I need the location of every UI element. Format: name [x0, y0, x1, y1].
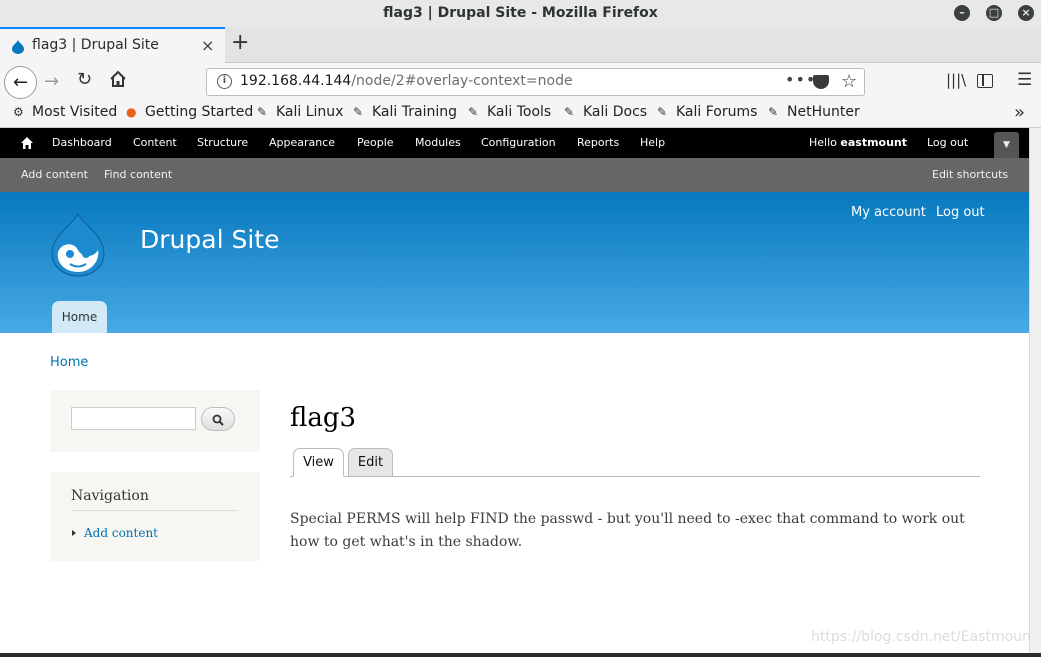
search-icon	[212, 414, 224, 426]
firefox-icon: ●	[126, 105, 137, 119]
drupal-logo-icon[interactable]	[48, 212, 108, 278]
toolbar-content[interactable]: Content	[133, 136, 177, 149]
navigation-add-content-link[interactable]: Add content	[84, 526, 158, 540]
toolbar-logout[interactable]: Log out	[927, 136, 968, 149]
tab-label: flag3 | Drupal Site	[32, 37, 159, 53]
page-title: flag3	[290, 403, 357, 433]
toolbar-dashboard[interactable]: Dashboard	[52, 136, 112, 149]
new-tab-icon[interactable]: +	[231, 30, 249, 55]
bookmarks-toolbar: ⚙ Most Visited ● Getting Started ✎ Kali Lin…	[0, 100, 1041, 128]
bookmark-star-icon[interactable]: ☆	[841, 71, 857, 92]
toolbar-people[interactable]: People	[357, 136, 394, 149]
toolbar-greeting: Hello eastmount	[809, 136, 908, 149]
back-icon[interactable]: ←	[4, 66, 37, 99]
bookmark-kali-training[interactable]: ✎ Kali Training	[353, 104, 457, 120]
breadcrumb-home[interactable]: Home	[50, 355, 88, 370]
kali-icon: ✎	[468, 105, 479, 119]
window-bottom-edge	[0, 653, 1041, 657]
toolbar-configuration[interactable]: Configuration	[481, 136, 556, 149]
bookmark-nethunter[interactable]: ✎ NetHunter	[768, 104, 860, 120]
shortcuts-bar: Add content Find content Edit shortcuts	[0, 158, 1029, 192]
toolbar-reports[interactable]: Reports	[577, 136, 619, 149]
sidebar-icon[interactable]	[977, 74, 993, 88]
shortcut-find-content[interactable]: Find content	[104, 168, 172, 181]
watermark-text: https://blog.csdn.net/Eastmount	[811, 629, 1029, 645]
library-icon[interactable]: |||\	[946, 71, 966, 89]
window-title: flag3 | Drupal Site - Mozilla Firefox	[383, 5, 658, 21]
search-button[interactable]	[201, 407, 235, 431]
url-text[interactable]: 192.168.44.144/node/2#overlay-context=no…	[240, 73, 573, 89]
gear-icon: ⚙	[13, 105, 24, 119]
toolbar-structure[interactable]: Structure	[197, 136, 248, 149]
url-path: /node/2#overlay-context=node	[351, 73, 573, 89]
tab-edit[interactable]: Edit	[348, 448, 393, 477]
url-bar[interactable]: i 192.168.44.144/node/2#overlay-context=…	[206, 68, 865, 96]
site-info-icon[interactable]: i	[217, 74, 232, 89]
tab-view[interactable]: View	[293, 448, 344, 477]
shortcut-add-content[interactable]: Add content	[21, 168, 88, 181]
bullet-icon	[72, 530, 76, 536]
local-tabs-divider	[290, 476, 980, 477]
main-menu-home-tab[interactable]: Home	[52, 301, 107, 333]
maximize-icon[interactable]: □	[986, 5, 1002, 21]
kali-icon: ✎	[353, 105, 364, 119]
navigation-toolbar: ← → ↻ i 192.168.44.144/node/2#overlay-co…	[0, 63, 1041, 100]
page-scrollbar[interactable]	[1029, 128, 1041, 653]
bookmark-kali-docs[interactable]: ✎ Kali Docs	[564, 104, 647, 120]
navigation-divider	[71, 510, 238, 511]
bookmark-kali-forums[interactable]: ✎ Kali Forums	[657, 104, 757, 120]
home-icon[interactable]	[108, 69, 128, 89]
navigation-block-title: Navigation	[71, 488, 149, 504]
toolbar-help[interactable]: Help	[640, 136, 665, 149]
search-block	[50, 390, 260, 452]
drupal-favicon-icon	[12, 40, 24, 54]
window-titlebar: flag3 | Drupal Site - Mozilla Firefox – …	[0, 0, 1041, 27]
reload-icon[interactable]: ↻	[77, 69, 92, 90]
kali-icon: ✎	[564, 105, 575, 119]
hamburger-menu-icon[interactable]: ☰	[1017, 70, 1032, 90]
url-host: 192.168.44.144	[240, 73, 352, 89]
pocket-icon[interactable]	[813, 75, 829, 89]
navigation-block: Navigation Add content	[50, 472, 260, 561]
search-input[interactable]	[71, 407, 196, 430]
kali-icon: ✎	[657, 105, 668, 119]
close-window-icon[interactable]: ×	[1018, 5, 1034, 21]
forward-icon[interactable]: →	[44, 71, 59, 92]
page-content: Dashboard Content Structure Appearance P…	[0, 128, 1029, 653]
bookmark-getting-started[interactable]: ● Getting Started	[126, 104, 253, 120]
my-account-link[interactable]: My account	[851, 205, 926, 220]
bookmark-kali-tools[interactable]: ✎ Kali Tools	[468, 104, 551, 120]
edit-shortcuts-link[interactable]: Edit shortcuts	[932, 168, 1008, 181]
bookmarks-overflow-icon[interactable]: »	[1014, 102, 1025, 123]
bookmark-kali-linux[interactable]: ✎ Kali Linux	[257, 104, 343, 120]
drupal-admin-toolbar: Dashboard Content Structure Appearance P…	[0, 128, 1029, 158]
tab-strip: flag3 | Drupal Site × +	[0, 27, 1041, 63]
minimize-icon[interactable]: –	[954, 5, 970, 21]
kali-icon: ✎	[768, 105, 779, 119]
site-name[interactable]: Drupal Site	[140, 225, 279, 254]
home-icon[interactable]	[20, 136, 34, 150]
kali-icon: ✎	[257, 105, 268, 119]
bookmark-most-visited[interactable]: ⚙ Most Visited	[13, 104, 117, 120]
toolbar-modules[interactable]: Modules	[415, 136, 461, 149]
tab-close-icon[interactable]: ×	[201, 36, 214, 55]
toolbar-username[interactable]: eastmount	[840, 136, 907, 149]
site-header: Drupal Site My account Log out Home	[0, 192, 1029, 333]
page-actions-icon[interactable]: •••	[785, 70, 816, 89]
shortcuts-toggle-icon[interactable]: ▼	[994, 132, 1019, 158]
node-body: Special PERMS will help FIND the passwd …	[290, 511, 965, 550]
header-logout-link[interactable]: Log out	[936, 205, 985, 220]
toolbar-appearance[interactable]: Appearance	[269, 136, 335, 149]
tab-flag3[interactable]: flag3 | Drupal Site ×	[0, 27, 225, 63]
